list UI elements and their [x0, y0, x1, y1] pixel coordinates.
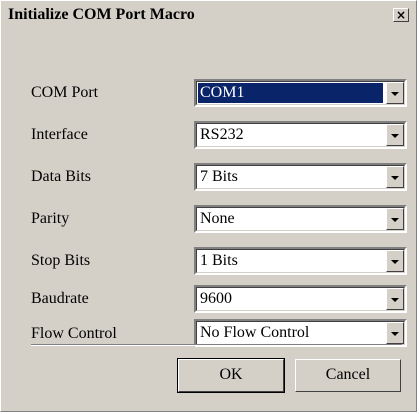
- chevron-down-icon[interactable]: [386, 166, 404, 188]
- cancel-button[interactable]: Cancel: [295, 359, 401, 392]
- flow-control-label: Flow Control: [31, 325, 117, 342]
- dialog-window: Initialize COM Port Macro × COM Port COM…: [0, 0, 417, 412]
- close-icon: ×: [395, 8, 407, 22]
- com-port-select[interactable]: COM1: [194, 79, 407, 107]
- flow-control-select[interactable]: No Flow Control: [194, 319, 407, 347]
- data-bits-label: Data Bits: [31, 168, 91, 185]
- ok-button[interactable]: OK: [177, 358, 285, 393]
- parity-value: None: [200, 210, 235, 227]
- chevron-down-icon[interactable]: [386, 208, 404, 230]
- baudrate-select[interactable]: 9600: [194, 285, 407, 313]
- chevron-down-icon[interactable]: [386, 250, 404, 272]
- interface-label: Interface: [31, 126, 88, 143]
- stop-bits-value: 1 Bits: [200, 252, 238, 269]
- flow-control-value: No Flow Control: [200, 324, 310, 341]
- interface-select[interactable]: RS232: [194, 121, 407, 149]
- baudrate-value: 9600: [200, 290, 232, 307]
- stop-bits-select[interactable]: 1 Bits: [194, 247, 407, 275]
- chevron-down-icon[interactable]: [386, 322, 404, 344]
- parity-label: Parity: [31, 210, 70, 227]
- data-bits-value: 7 Bits: [200, 168, 238, 185]
- interface-value: RS232: [200, 126, 244, 143]
- com-port-value: COM1: [198, 83, 383, 103]
- com-port-label: COM Port: [31, 84, 99, 101]
- chevron-down-icon[interactable]: [386, 288, 404, 310]
- baudrate-label: Baudrate: [31, 290, 89, 307]
- title-bar[interactable]: Initialize COM Port Macro ×: [4, 4, 413, 28]
- separator: [31, 344, 402, 346]
- parity-select[interactable]: None: [194, 205, 407, 233]
- stop-bits-label: Stop Bits: [31, 252, 91, 269]
- chevron-down-icon[interactable]: [386, 124, 404, 146]
- data-bits-select[interactable]: 7 Bits: [194, 163, 407, 191]
- chevron-down-icon[interactable]: [386, 82, 404, 104]
- close-button[interactable]: ×: [393, 8, 409, 22]
- dialog-title: Initialize COM Port Macro: [8, 6, 195, 23]
